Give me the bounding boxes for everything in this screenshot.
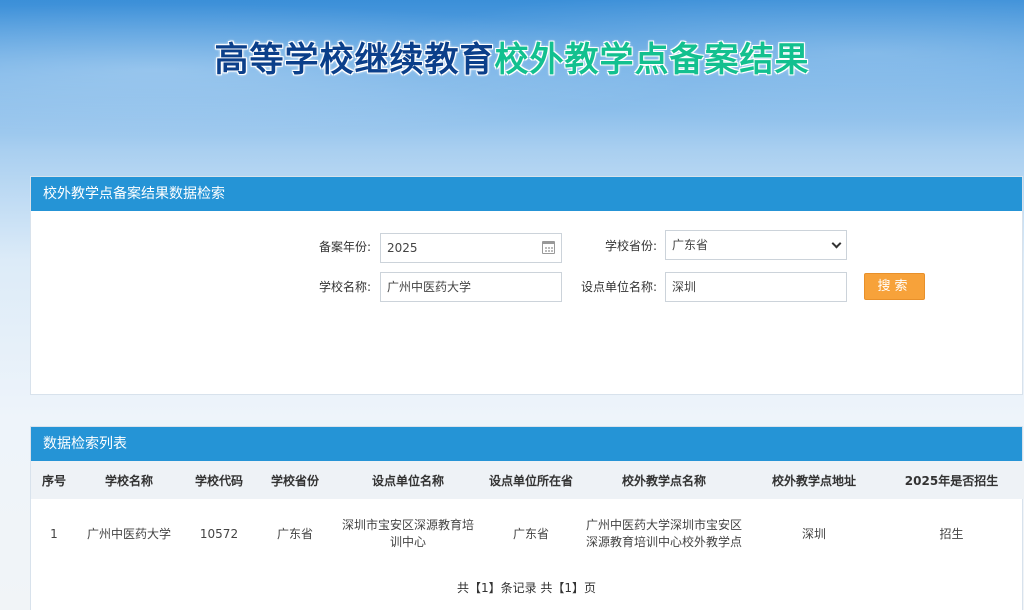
unit-label: 设点单位名称: — [580, 280, 657, 294]
cell-index: 1 — [50, 526, 58, 541]
search-panel-header: 校外教学点备案结果数据检索 — [31, 177, 1022, 211]
year-label: 备案年份: — [318, 240, 371, 254]
cell-site-address: 深圳 — [801, 526, 826, 541]
cell-unit-province: 广东省 — [512, 526, 549, 541]
cell-site-name: 广州中医药大学深圳市宝安区深源教育培训中心校外教学点 — [585, 518, 742, 549]
school-input[interactable]: 广州中医药大学 — [380, 272, 562, 302]
province-select[interactable]: 广东省 — [665, 230, 847, 260]
column-header: 设点单位所在省 — [483, 461, 579, 499]
school-label: 学校名称: — [318, 280, 371, 294]
column-header: 校外教学点地址 — [749, 461, 879, 499]
result-panel: 数据检索列表 序号 学校名称 学校代码 学校省份 设点单位名称 设点单位所在省 … — [30, 426, 1024, 610]
province-label: 学校省份: — [604, 239, 657, 253]
column-header: 序号 — [31, 461, 77, 499]
cell-school-province: 广东省 — [276, 526, 313, 541]
chevron-down-icon — [831, 238, 842, 249]
column-header: 学校省份 — [257, 461, 333, 499]
cell-school-name: 广州中医药大学 — [86, 526, 171, 541]
year-input-value: 2025 — [387, 241, 418, 255]
page-title-primary: 高等学校继续教育 — [214, 40, 495, 80]
table-row: 1 广州中医药大学 10572 广东省 深圳市宝安区深源教育培训中心 广东省 广… — [31, 499, 1024, 569]
search-button[interactable]: 搜索 — [864, 273, 925, 300]
column-header: 设点单位名称 — [333, 461, 483, 499]
cell-school-code: 10572 — [199, 526, 239, 541]
cell-unit-name: 深圳市宝安区深源教育培训中心 — [341, 518, 474, 549]
school-input-value: 广州中医药大学 — [387, 280, 472, 294]
column-header: 2025年是否招生 — [879, 461, 1024, 499]
page-banner — [0, 0, 1024, 175]
column-header: 学校代码 — [181, 461, 257, 499]
page-title-accent: 校外教学点备案结果 — [494, 40, 810, 80]
result-panel-header: 数据检索列表 — [31, 427, 1022, 461]
province-select-value: 广东省 — [672, 238, 709, 252]
results-table: 序号 学校名称 学校代码 学校省份 设点单位名称 设点单位所在省 校外教学点名称… — [31, 461, 1024, 569]
search-panel: 校外教学点备案结果数据检索 备案年份: 2025 学校省份: 广东省 学校名称:… — [30, 176, 1023, 395]
pagination-info: 共【1】条记录 共【1】页 — [456, 581, 597, 595]
column-header: 学校名称 — [77, 461, 181, 499]
unit-input[interactable]: 深圳 — [665, 272, 847, 302]
unit-input-value: 深圳 — [672, 280, 697, 294]
cell-enrollment: 招生 — [939, 526, 964, 541]
page-title: 高等学校继续教育校外教学点备案结果 — [0, 38, 1024, 82]
calendar-icon[interactable] — [542, 241, 555, 254]
table-header-row: 序号 学校名称 学校代码 学校省份 设点单位名称 设点单位所在省 校外教学点名称… — [31, 461, 1024, 499]
column-header: 校外教学点名称 — [579, 461, 749, 499]
year-input[interactable]: 2025 — [380, 233, 562, 263]
